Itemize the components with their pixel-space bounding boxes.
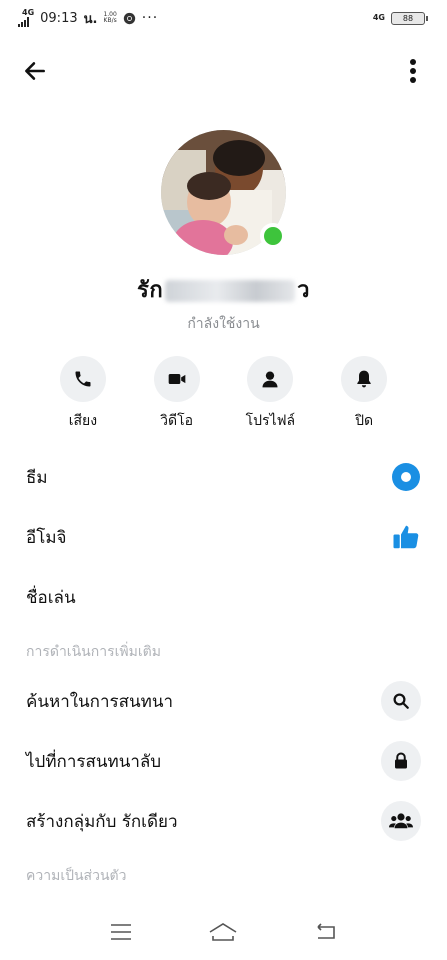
action-label: วิดีโอ [160, 413, 194, 429]
name-blur-mask [165, 280, 296, 302]
profile-status: กำลังใช้งาน [187, 316, 260, 332]
vertical-dots-icon [410, 59, 416, 83]
action-label: โปรไฟล์ [245, 413, 296, 429]
home-nav-button[interactable] [203, 912, 243, 952]
secret-conversation-row[interactable]: ไปที่การสนทนาลับ [0, 733, 447, 789]
action-chip [247, 356, 294, 402]
theme-color-swatch [391, 462, 421, 492]
create-group-label: สร้างกลุ่มกับ รักเดียว [26, 811, 178, 832]
nickname-label: ชื่อเล่น [26, 587, 76, 608]
emoji-row[interactable]: อีโมจิ [0, 509, 447, 565]
menu-icon [111, 924, 132, 940]
quick-actions: เสียง วิดีโอ โปรไฟล์ ปิด [36, 356, 411, 432]
person-icon [262, 371, 278, 388]
more-actions-section-title: การดำเนินการเพิ่มเติม [26, 644, 161, 660]
action-chip [341, 356, 388, 402]
emoji-preview [391, 522, 421, 552]
theme-circle-icon [392, 463, 420, 491]
profile-name: รัก ว [0, 272, 447, 307]
return-icon [317, 923, 335, 939]
signal-icon [18, 17, 29, 27]
video-camera-icon [168, 374, 185, 384]
lock-chip [381, 741, 421, 781]
theme-label: ธีม [26, 467, 48, 488]
phone-icon [75, 371, 91, 387]
system-nav-bar [0, 904, 447, 960]
group-chip [381, 801, 421, 841]
back-button[interactable] [18, 54, 52, 88]
action-chip [59, 356, 106, 402]
network-type-right: 4G [372, 13, 385, 22]
secret-conversation-label: ไปที่การสนทนาลับ [26, 751, 162, 772]
profile-button[interactable]: โปรไฟล์ [224, 356, 318, 432]
action-label: เสียง [68, 413, 98, 429]
back-nav-button[interactable] [306, 912, 346, 952]
more-notifications-icon: ··· [141, 10, 159, 26]
emoji-label: อีโมจิ [26, 527, 67, 548]
battery-icon: 88 [391, 11, 428, 25]
action-chip [153, 356, 200, 402]
online-status-dot [260, 223, 286, 249]
search-conversation-label: ค้นหาในการสนทนา [26, 691, 174, 712]
profile-name-start: รัก [137, 278, 164, 303]
action-label: ปิด [355, 413, 374, 429]
profile-name-end: ว [297, 278, 310, 303]
status-time: 09:13 [40, 10, 78, 26]
search-chip [381, 681, 421, 721]
create-group-row[interactable]: สร้างกลุ่มกับ รักเดียว [0, 793, 447, 849]
carrier-label: น. [83, 11, 98, 27]
network-type-left: 4G [22, 8, 35, 17]
search-conversation-row[interactable]: ค้นหาในการสนทนา [0, 673, 447, 729]
thumbs-up-icon [393, 525, 419, 549]
chrome-icon [123, 12, 136, 25]
top-bar [0, 48, 447, 92]
menu-nav-button[interactable] [101, 912, 141, 952]
privacy-section-title: ความเป็นส่วนตัว [26, 868, 127, 884]
mute-button[interactable]: ปิด [317, 356, 411, 432]
arrow-left-icon [25, 62, 45, 80]
video-call-button[interactable]: วิดีโอ [130, 356, 224, 432]
bell-icon [357, 370, 371, 388]
more-options-button[interactable] [403, 54, 423, 88]
lock-icon [395, 752, 407, 769]
home-icon [210, 923, 237, 941]
group-icon [389, 813, 413, 829]
status-bar: 4G 09:13 น. 1.00 KB/s ··· 4G 88 [0, 0, 447, 36]
nickname-row[interactable]: ชื่อเล่น [0, 569, 447, 625]
battery-level: 88 [402, 13, 414, 23]
theme-row[interactable]: ธีม [0, 449, 447, 505]
search-icon [393, 693, 409, 709]
net-speed-unit: KB/s [103, 17, 117, 24]
profile-avatar[interactable] [161, 130, 286, 255]
audio-call-button[interactable]: เสียง [36, 356, 130, 432]
